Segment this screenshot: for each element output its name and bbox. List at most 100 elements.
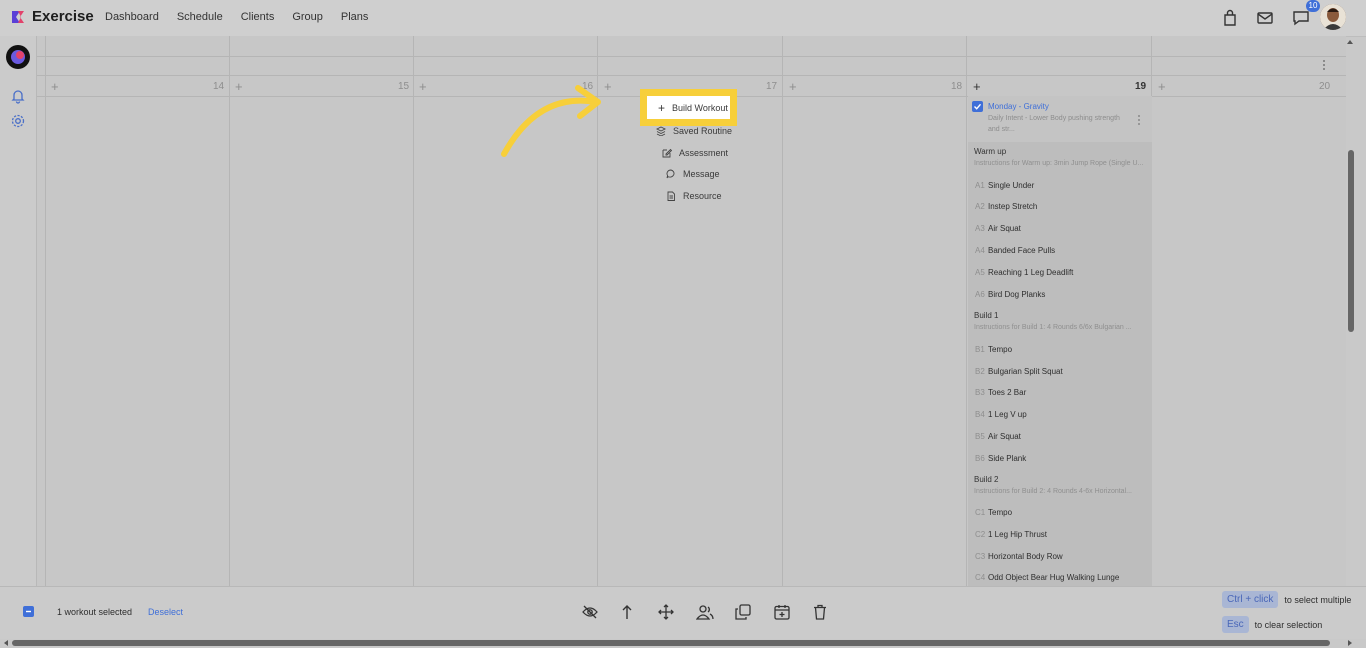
exercise-name: Air Squat <box>988 432 1021 441</box>
add-day-button[interactable]: + <box>419 79 427 94</box>
eye-off-icon[interactable] <box>581 603 599 621</box>
horizontal-scrollbar[interactable] <box>12 640 1330 646</box>
add-day-button[interactable]: + <box>789 79 797 94</box>
section-instructions: Instructions for Build 2: 4 Rounds 4-6x … <box>974 488 1132 495</box>
resource-item[interactable]: Resource <box>666 191 722 201</box>
assign-users-icon[interactable] <box>696 603 714 621</box>
resource-label: Resource <box>683 191 722 201</box>
add-day-button[interactable]: + <box>51 79 59 94</box>
exercise-code: A6 <box>975 290 985 299</box>
hint-text: to select multiple <box>1284 594 1352 605</box>
exercise-item[interactable]: A4 Banded Face Pulls <box>975 246 1055 255</box>
nav-group[interactable]: Group <box>292 11 323 23</box>
exercise-item[interactable]: B1 Tempo <box>975 345 1012 354</box>
day-column <box>782 36 783 586</box>
assessment-item[interactable]: Assessment <box>662 148 728 158</box>
trash-icon[interactable] <box>811 603 829 621</box>
message-item[interactable]: Message <box>666 169 720 179</box>
exercise-code: C1 <box>975 508 986 517</box>
exercise-item[interactable]: A6 Bird Dog Planks <box>975 290 1045 299</box>
exercise-name: Side Plank <box>988 454 1027 463</box>
saved-routine-item[interactable]: Saved Routine <box>656 126 732 136</box>
exercise-item[interactable]: B2 Bulgarian Split Squat <box>975 367 1063 376</box>
exercise-code: A4 <box>975 246 985 255</box>
add-day-button[interactable]: + <box>235 79 243 94</box>
more-vertical-icon[interactable] <box>1320 59 1328 71</box>
day-number: 18 <box>951 81 963 92</box>
exercise-item[interactable]: A1 Single Under <box>975 181 1034 190</box>
exercise-code: A2 <box>975 202 985 211</box>
day-number: 17 <box>766 81 778 92</box>
calendar-add-icon[interactable] <box>773 603 791 621</box>
nav-schedule[interactable]: Schedule <box>177 11 223 23</box>
exercise-item[interactable]: C2 1 Leg Hip Thrust <box>975 530 1047 539</box>
exercise-item[interactable]: A3 Air Squat <box>975 224 1021 233</box>
checkbox-partial-icon[interactable] <box>23 606 34 617</box>
share-up-icon[interactable] <box>619 603 637 621</box>
hint-text: to clear selection <box>1254 619 1323 630</box>
exercise-code: B5 <box>975 432 985 441</box>
grid-row-divider <box>37 75 1346 76</box>
brand[interactable]: Exercise <box>10 8 94 25</box>
bell-icon[interactable] <box>10 88 26 104</box>
workout-title[interactable]: Monday - Gravity <box>988 102 1049 111</box>
build-workout-item[interactable]: + Build Workout <box>658 102 728 114</box>
exercise-item[interactable]: A2 Instep Stretch <box>975 202 1037 211</box>
exercise-code: C4 <box>975 573 986 582</box>
exercise-item[interactable]: B4 1 Leg V up <box>975 410 1027 419</box>
scroll-right-icon[interactable] <box>1346 639 1354 647</box>
exercise-name: Banded Face Pulls <box>988 246 1056 255</box>
exercise-item[interactable]: C4 Odd Object Bear Hug Walking Lunge <box>975 573 1119 582</box>
nav-plans[interactable]: Plans <box>341 11 369 23</box>
checkbox-checked-icon[interactable] <box>972 101 983 112</box>
nav-clients[interactable]: Clients <box>241 11 275 23</box>
callout-arrow-icon <box>501 85 601 157</box>
chat-icon[interactable] <box>1292 9 1310 27</box>
avatar[interactable] <box>1320 4 1346 30</box>
shopping-bag-icon[interactable] <box>1221 9 1239 27</box>
exercise-name: Toes 2 Bar <box>988 388 1027 397</box>
exercise-name: Instep Stretch <box>988 202 1038 211</box>
section-title: Build 1 <box>974 311 999 320</box>
esc-key: Esc <box>1222 616 1249 633</box>
section-title: Warm up <box>974 147 1007 156</box>
move-icon[interactable] <box>657 603 675 621</box>
day-number: 14 <box>213 81 225 92</box>
nav-dashboard[interactable]: Dashboard <box>105 11 159 23</box>
grid-row-divider <box>37 56 1346 57</box>
exercise-code: B3 <box>975 388 985 397</box>
workspace-logo-icon[interactable] <box>6 45 30 69</box>
exercise-item[interactable]: B5 Air Squat <box>975 432 1021 441</box>
exercise-name: Tempo <box>988 345 1013 354</box>
day-number: 19 <box>1135 81 1147 92</box>
scroll-up-icon[interactable] <box>1346 38 1354 46</box>
exercise-name: Reaching 1 Leg Deadlift <box>988 268 1074 277</box>
exercise-item[interactable]: C1 Tempo <box>975 508 1012 517</box>
exercise-item[interactable]: A5 Reaching 1 Leg Deadlift <box>975 268 1073 277</box>
gear-icon[interactable] <box>10 113 26 129</box>
add-day-button[interactable]: + <box>973 79 981 94</box>
day-column <box>966 36 967 586</box>
exercise-name: Horizontal Body Row <box>988 552 1063 561</box>
add-day-button[interactable]: + <box>1158 79 1166 94</box>
exercise-code: C2 <box>975 530 986 539</box>
ctrl-click-key: Ctrl + click <box>1222 591 1279 608</box>
exercise-item[interactable]: B3 Toes 2 Bar <box>975 388 1026 397</box>
exercise-name: Bulgarian Split Squat <box>988 367 1063 376</box>
hint-clear-selection: Esc to clear selection <box>1222 616 1322 633</box>
more-vertical-icon[interactable] <box>1136 114 1142 126</box>
exercise-item[interactable]: B6 Side Plank <box>975 454 1026 463</box>
mail-icon[interactable] <box>1256 9 1274 27</box>
deselect-link[interactable]: Deselect <box>148 607 183 617</box>
saved-routine-label: Saved Routine <box>673 126 733 136</box>
main-nav: Dashboard Schedule Clients Group Plans <box>105 11 368 23</box>
selection-toolbar <box>0 586 1366 639</box>
vertical-scrollbar[interactable] <box>1348 150 1354 332</box>
add-day-button[interactable]: + <box>604 79 612 94</box>
message-icon <box>666 169 675 179</box>
edit-icon <box>662 148 672 158</box>
copy-icon[interactable] <box>734 603 752 621</box>
exercise-code: A5 <box>975 268 985 277</box>
scroll-left-icon[interactable] <box>2 639 10 647</box>
exercise-item[interactable]: C3 Horizontal Body Row <box>975 552 1063 561</box>
